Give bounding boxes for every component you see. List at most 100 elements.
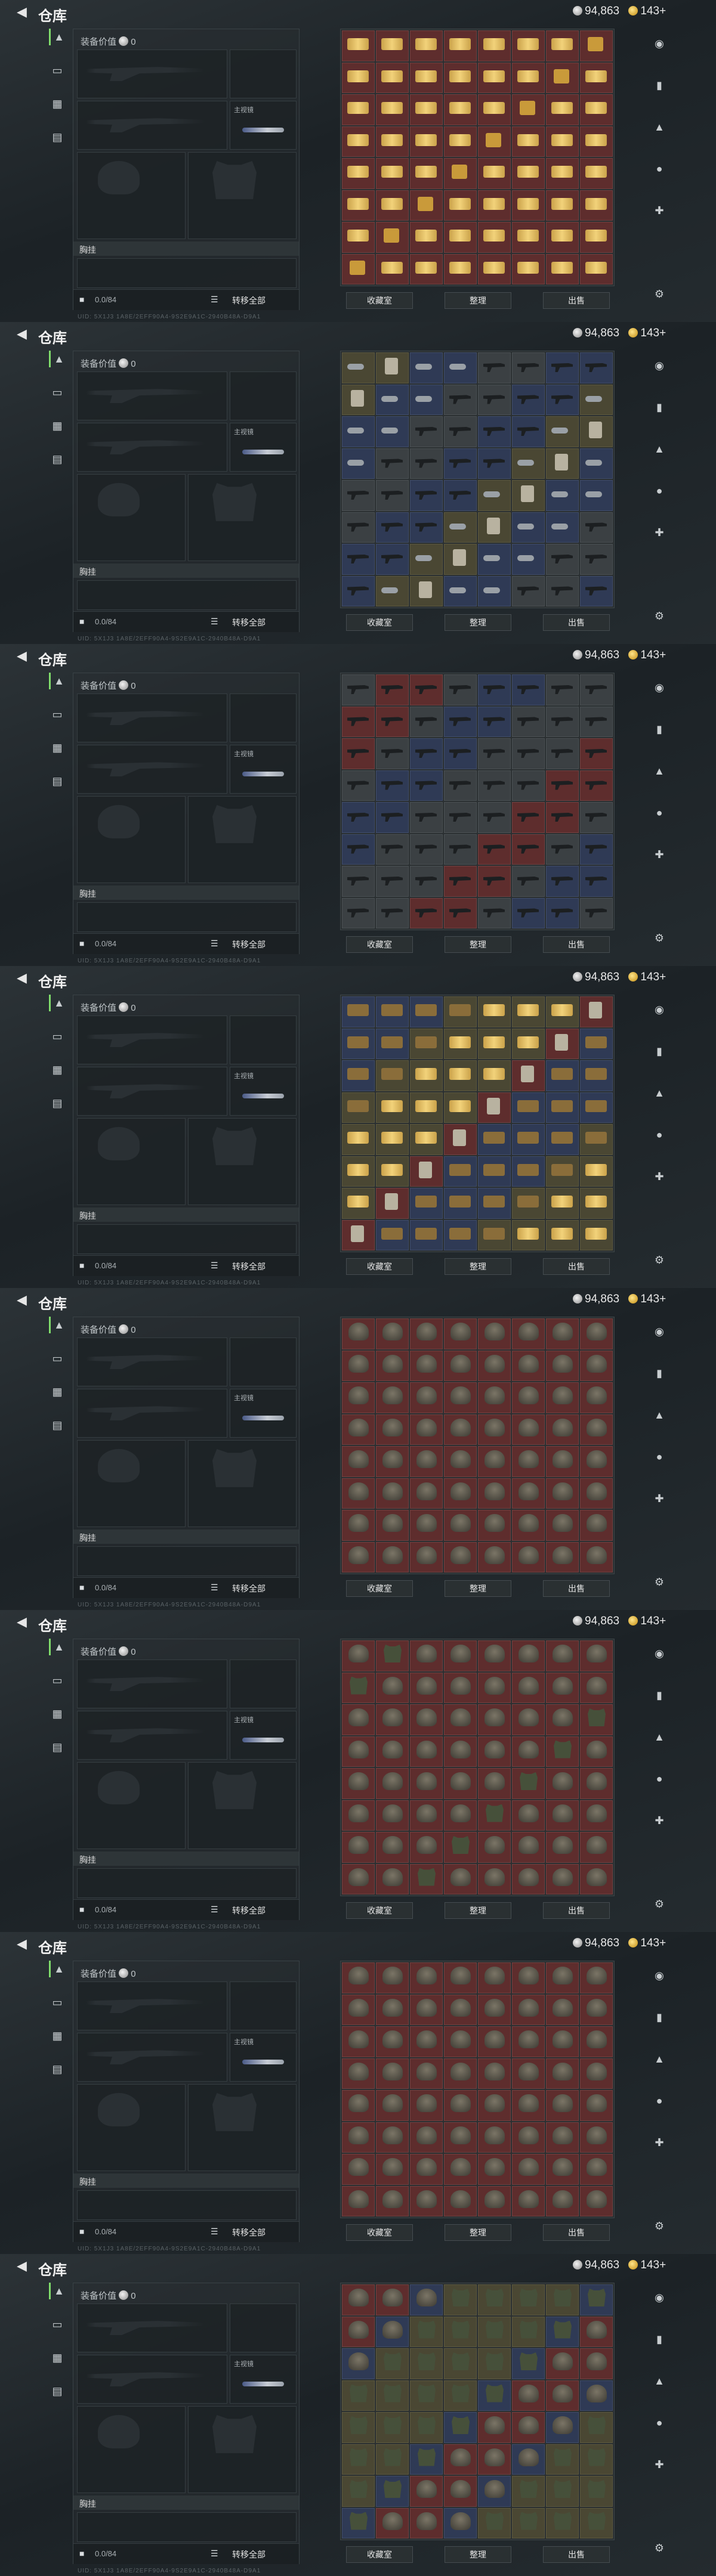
inventory-cell[interactable]	[410, 1640, 443, 1671]
inventory-cell[interactable]	[444, 1414, 477, 1445]
inventory-cell[interactable]	[580, 2058, 613, 2089]
inventory-cell[interactable]	[580, 1318, 613, 1349]
inventory-cell[interactable]	[546, 62, 579, 93]
inventory-cell[interactable]	[444, 1092, 477, 1123]
list-icon[interactable]: ☰	[211, 295, 218, 305]
inventory-cell[interactable]	[478, 1800, 511, 1831]
inventory-cell[interactable]	[376, 62, 409, 93]
inventory-cell[interactable]	[478, 1156, 511, 1187]
inventory-cell[interactable]	[342, 126, 375, 157]
collection-button[interactable]: 收藏室	[346, 1580, 413, 1597]
inventory-cell[interactable]	[376, 2380, 409, 2411]
inventory-cell[interactable]	[580, 158, 613, 189]
inventory-cell[interactable]	[376, 2154, 409, 2185]
inventory-cell[interactable]	[580, 2316, 613, 2347]
inventory-cell[interactable]	[410, 2444, 443, 2475]
lock-icon[interactable]: ■	[79, 1905, 84, 1914]
inventory-cell[interactable]	[444, 1994, 477, 2025]
inventory-cell[interactable]	[512, 866, 545, 897]
inventory-cell[interactable]	[444, 2476, 477, 2507]
inventory-cell[interactable]	[342, 544, 375, 575]
gold-coin-icon[interactable]	[628, 1616, 638, 1626]
inventory-cell[interactable]	[546, 2185, 579, 2216]
inventory-cell[interactable]	[512, 1994, 545, 2025]
inventory-cell[interactable]	[342, 1510, 375, 1541]
inventory-cell[interactable]	[410, 1704, 443, 1735]
inventory-cell[interactable]	[376, 1541, 409, 1572]
inventory-cell[interactable]	[342, 1672, 375, 1703]
inventory-cell[interactable]	[478, 1124, 511, 1155]
weapon-tab-icon[interactable]: ▲	[49, 995, 67, 1011]
trash-tab-icon[interactable]: ▭	[49, 384, 66, 401]
inventory-cell[interactable]	[410, 1768, 443, 1799]
inventory-cell[interactable]	[444, 1188, 477, 1219]
inventory-cell[interactable]	[512, 1768, 545, 1799]
inventory-cell[interactable]	[342, 802, 375, 833]
primary-weapon-slot[interactable]	[77, 1659, 227, 1708]
inventory-cell[interactable]	[342, 2316, 375, 2347]
inventory-cell[interactable]	[342, 1541, 375, 1572]
inventory-cell[interactable]	[512, 802, 545, 833]
inventory-cell[interactable]	[478, 575, 511, 606]
inventory-cell[interactable]	[410, 1478, 443, 1509]
lock-icon[interactable]: ■	[79, 2227, 84, 2236]
inventory-cell[interactable]	[478, 2058, 511, 2089]
settings-gear-icon[interactable]: ⚙	[652, 2540, 667, 2556]
inventory-cell[interactable]	[546, 2090, 579, 2121]
inventory-cell[interactable]	[512, 2476, 545, 2507]
sell-button[interactable]: 出售	[543, 1580, 610, 1597]
inventory-cell[interactable]	[546, 2412, 579, 2443]
inventory-cell[interactable]	[478, 1382, 511, 1413]
inventory-cell[interactable]	[546, 512, 579, 543]
inventory-cell[interactable]	[512, 1028, 545, 1059]
inventory-cell[interactable]	[376, 222, 409, 253]
melee-slot[interactable]: 主视镜	[230, 101, 297, 150]
case-tab-icon[interactable]: ▤	[49, 451, 66, 467]
chest-rig-bar[interactable]: 胸挂	[73, 2496, 299, 2510]
secondary-weapon-slot[interactable]	[77, 1389, 227, 1438]
sell-button[interactable]: 出售	[543, 292, 610, 309]
inventory-cell[interactable]	[512, 416, 545, 447]
inventory-cell[interactable]	[546, 802, 579, 833]
inventory-cell[interactable]	[546, 94, 579, 125]
chest-rig-slot[interactable]	[77, 1868, 297, 1898]
inventory-cell[interactable]	[580, 1510, 613, 1541]
filter-all-icon[interactable]: ◉	[652, 680, 667, 695]
list-icon[interactable]: ☰	[211, 617, 218, 627]
inventory-cell[interactable]	[444, 1704, 477, 1735]
filter-med-icon[interactable]: ✚	[652, 2135, 667, 2150]
inventory-cell[interactable]	[342, 1768, 375, 1799]
gold-coin-icon[interactable]	[628, 1294, 638, 1304]
transfer-all-button[interactable]: 转移全部	[232, 1261, 266, 1272]
inventory-cell[interactable]	[444, 1350, 477, 1381]
inventory-cell[interactable]	[478, 834, 511, 865]
inventory-cell[interactable]	[478, 1188, 511, 1219]
inventory-cell[interactable]	[342, 1060, 375, 1091]
inventory-cell[interactable]	[546, 2058, 579, 2089]
inventory-cell[interactable]	[410, 2185, 443, 2216]
filter-ammo-icon[interactable]: ●	[652, 805, 667, 821]
inventory-cell[interactable]	[580, 2412, 613, 2443]
inventory-cell[interactable]	[546, 1478, 579, 1509]
inventory-cell[interactable]	[376, 352, 409, 383]
collection-button[interactable]: 收藏室	[346, 292, 413, 309]
inventory-cell[interactable]	[478, 62, 511, 93]
inventory-cell[interactable]	[512, 575, 545, 606]
inventory-cell[interactable]	[478, 1541, 511, 1572]
case-tab-icon[interactable]: ▤	[49, 1417, 66, 1433]
inventory-cell[interactable]	[376, 866, 409, 897]
melee-slot[interactable]: 主视镜	[230, 2355, 297, 2404]
inventory-cell[interactable]	[410, 352, 443, 383]
inventory-cell[interactable]	[342, 2284, 375, 2315]
secondary-weapon-slot[interactable]	[77, 745, 227, 794]
inventory-cell[interactable]	[342, 1704, 375, 1735]
inventory-cell[interactable]	[410, 1672, 443, 1703]
inventory-cell[interactable]	[444, 1640, 477, 1671]
inventory-cell[interactable]	[580, 1478, 613, 1509]
inventory-cell[interactable]	[342, 2058, 375, 2089]
inventory-cell[interactable]	[376, 2026, 409, 2057]
inventory-cell[interactable]	[580, 2185, 613, 2216]
storage-tab-icon[interactable]: ▦	[49, 1061, 66, 1078]
inventory-cell[interactable]	[342, 512, 375, 543]
inventory-cell[interactable]	[580, 384, 613, 415]
